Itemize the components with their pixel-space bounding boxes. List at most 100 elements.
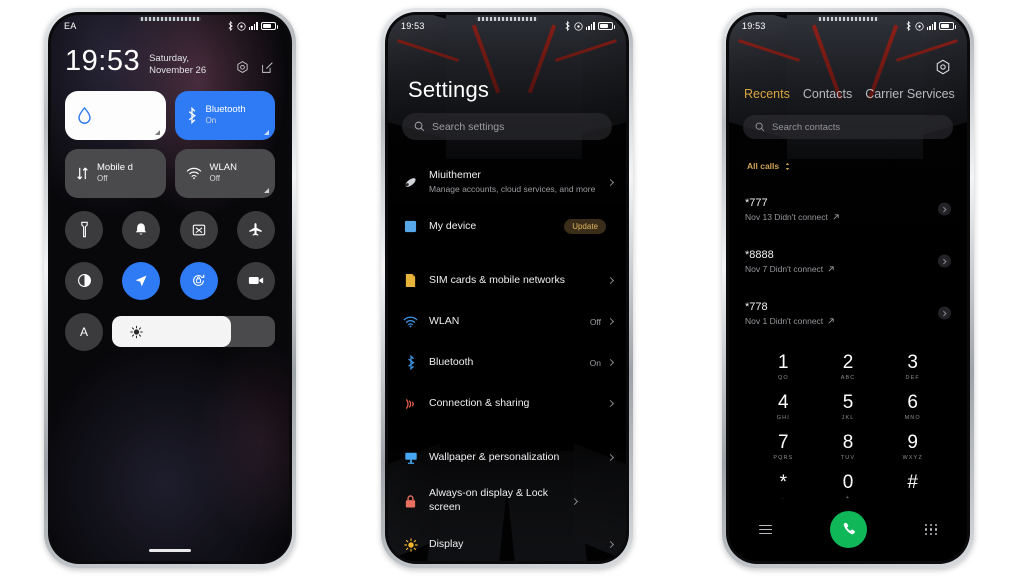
chevron-right-icon xyxy=(606,178,615,186)
key-digit: 8 xyxy=(842,431,854,453)
settings-row-wlan-value: Off xyxy=(589,316,601,327)
dialpad-key-7[interactable]: 7 PQRS xyxy=(751,427,816,467)
brightness-row: A xyxy=(65,312,275,351)
quick-tile-airplane[interactable] xyxy=(236,210,275,249)
quick-tile-mobile-data[interactable]: Mobile d Off xyxy=(65,148,166,198)
chevron-right-icon xyxy=(606,276,615,285)
quick-tile-auto-brightness[interactable]: A xyxy=(65,312,103,351)
bluetooth-icon xyxy=(401,355,420,370)
quick-tile-auto-rotate[interactable] xyxy=(179,261,218,300)
outgoing-call-icon xyxy=(828,265,834,272)
tile-expand-corner xyxy=(154,129,160,135)
call-button[interactable] xyxy=(830,511,868,548)
menu-icon[interactable] xyxy=(759,522,772,537)
quick-tile-location[interactable] xyxy=(122,261,161,300)
battery-icon xyxy=(939,22,956,30)
quick-tile-wlan[interactable]: WLAN Off xyxy=(174,148,275,198)
quick-tile-wlan-state: Off xyxy=(209,174,221,184)
status-time: 19:53 xyxy=(401,21,425,31)
settings-row-wlan[interactable]: WLAN Off xyxy=(388,301,626,342)
settings-row-bluetooth-title: Bluetooth xyxy=(429,355,474,368)
call-log-row[interactable]: *8888 Nov 7 Didn't connect xyxy=(729,235,967,287)
page-title: Settings xyxy=(408,77,490,102)
tile-expand-corner xyxy=(264,187,269,193)
dialpad-key-hash[interactable]: # xyxy=(880,467,945,507)
sim-card-icon xyxy=(401,273,420,288)
dialpad-key-9[interactable]: 9 WXYZ xyxy=(880,427,945,467)
dialpad-key-8[interactable]: 8 TUV xyxy=(816,427,881,467)
lockscreen-date: Saturday, November 26 xyxy=(149,53,207,76)
dialpad-key-5[interactable]: 5 JKL xyxy=(816,387,881,427)
dialpad-key-star[interactable]: *. xyxy=(751,467,816,507)
dialpad-actions xyxy=(751,507,945,548)
dnd-icon xyxy=(237,21,246,31)
screen-record-icon xyxy=(248,277,264,285)
call-detail: Nov 7 Didn't connect xyxy=(745,263,824,274)
dialpad-key-0[interactable]: 0 + xyxy=(816,467,881,507)
tab-recents[interactable]: Recents xyxy=(744,87,790,101)
settings-gear-icon[interactable] xyxy=(235,60,250,75)
call-details-button[interactable] xyxy=(938,202,951,216)
key-letters: + xyxy=(845,494,851,501)
settings-header: Settings Search settings xyxy=(388,15,626,163)
dialpad-key-1[interactable]: 1 QO xyxy=(751,347,816,387)
quick-tiles-row-2: Mobile d Off WLAN Off xyxy=(65,148,275,198)
wifi-icon xyxy=(186,167,201,179)
device-icon xyxy=(401,220,420,233)
quick-tile-bluetooth-label: Bluetooth xyxy=(205,104,246,116)
settings-row-account[interactable]: Miuithemer Manage accounts, cloud servic… xyxy=(388,158,626,206)
key-letters: MNO xyxy=(904,414,921,421)
clock-row: 19:53 Saturday, November 26 xyxy=(65,47,275,77)
call-number: *8888 xyxy=(745,248,774,261)
settings-row-sim-cards[interactable]: SIM cards & mobile networks xyxy=(388,260,626,301)
key-digit: 7 xyxy=(778,431,789,453)
settings-row-my-device[interactable]: My device Update xyxy=(388,206,626,247)
dialpad-key-6[interactable]: 6 MNO xyxy=(880,387,945,427)
brightness-slider[interactable] xyxy=(112,316,275,348)
update-badge[interactable]: Update xyxy=(564,219,606,234)
signal-icon xyxy=(585,22,595,30)
connection-sharing-icon xyxy=(401,397,420,411)
call-log-row[interactable]: *777 Nov 13 Didn't connect xyxy=(729,183,967,235)
lock-icon xyxy=(401,494,420,509)
dialpad-key-4[interactable]: 4 GHI xyxy=(751,387,816,427)
quick-tile-flashlight[interactable] xyxy=(65,210,103,249)
phone-1-control-center: EA 19:53 Saturday, November 26 Bluetooth… xyxy=(44,8,296,568)
tab-contacts[interactable]: Contacts xyxy=(803,87,852,101)
settings-row-wallpaper[interactable]: Wallpaper & personalization xyxy=(388,437,626,478)
call-filter-dropdown[interactable]: All calls xyxy=(747,161,791,171)
dialpad-key-2[interactable]: 2 ABC xyxy=(816,347,881,387)
settings-row-display-title: Display xyxy=(429,537,464,550)
tab-carrier-services[interactable]: Carrier Services xyxy=(865,87,955,101)
quick-tile-mobile-data-label: Mobile d xyxy=(97,162,133,174)
call-details-button[interactable] xyxy=(938,254,951,268)
screenshot-icon xyxy=(192,224,205,236)
mobile-data-icon xyxy=(77,167,88,180)
quick-tile-ringer[interactable] xyxy=(122,210,161,249)
dnd-icon xyxy=(915,21,924,31)
phone-1-screen: EA 19:53 Saturday, November 26 Bluetooth… xyxy=(51,15,289,561)
quick-tile-screenshot[interactable] xyxy=(179,210,218,249)
keypad-icon[interactable] xyxy=(925,523,937,536)
quick-tile-screen-record[interactable] xyxy=(236,261,275,300)
dialer-tabs: Recents Contacts Carrier Services xyxy=(744,87,957,101)
quick-tile-water-drop[interactable] xyxy=(65,90,166,140)
call-details-button[interactable] xyxy=(938,306,951,320)
search-settings-input[interactable]: Search settings xyxy=(402,113,612,140)
settings-row-connection-sharing[interactable]: Connection & sharing xyxy=(388,383,626,424)
settings-row-display[interactable]: Display xyxy=(388,524,626,561)
settings-hex-icon[interactable] xyxy=(935,59,951,75)
dialpad-key-3[interactable]: 3 DEF xyxy=(880,347,945,387)
search-contacts-input[interactable]: Search contacts xyxy=(743,115,953,139)
call-log-list: *777 Nov 13 Didn't connect *8888 Nov 7 D… xyxy=(729,183,967,339)
earpiece-speaker xyxy=(476,17,538,21)
home-indicator[interactable] xyxy=(149,549,191,552)
edit-tiles-icon[interactable] xyxy=(260,60,275,75)
settings-row-bluetooth[interactable]: Bluetooth On xyxy=(388,342,626,383)
chevron-right-icon xyxy=(570,497,579,505)
call-log-row[interactable]: *778 Nov 1 Didn't connect xyxy=(729,287,967,339)
quick-tile-bluetooth[interactable]: Bluetooth On xyxy=(174,90,275,140)
settings-row-aod-lock[interactable]: Always-on display & Lock screen xyxy=(388,478,626,524)
quick-tile-dark-mode[interactable] xyxy=(65,261,103,300)
call-number: *777 xyxy=(745,196,768,209)
